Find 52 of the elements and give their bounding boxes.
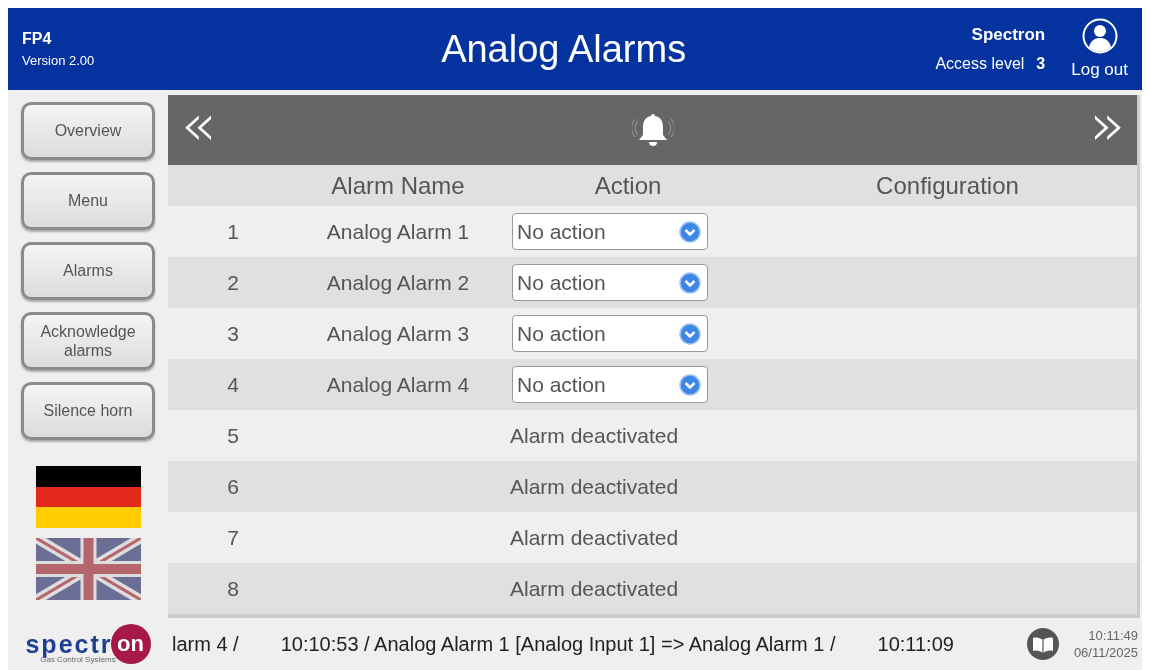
british-flag-icon[interactable] bbox=[35, 538, 141, 600]
nav-button[interactable]: Overview bbox=[21, 102, 155, 160]
alarm-name: Analog Alarm 1 bbox=[325, 219, 471, 244]
action-dropdown[interactable]: No action bbox=[512, 315, 708, 352]
screen-title: Analog Alarms bbox=[440, 27, 688, 71]
alarm-status: Alarm deactivated bbox=[509, 576, 680, 601]
logo-wordmark: spectr bbox=[25, 629, 113, 658]
chevron-down-icon bbox=[679, 322, 701, 345]
chevron-down-icon bbox=[679, 271, 701, 294]
row-number: 6 bbox=[226, 474, 240, 499]
user-name: Spectron bbox=[971, 25, 1046, 45]
row-number: 1 bbox=[226, 219, 240, 244]
nav-button[interactable]: Alarms bbox=[21, 242, 155, 300]
bell-icon bbox=[631, 111, 674, 149]
access-level-value: 3 bbox=[1036, 55, 1046, 73]
device-name: FP4 bbox=[22, 30, 53, 48]
alarm-message: 10:11:09 bbox=[877, 632, 954, 656]
row-number: 4 bbox=[226, 372, 240, 397]
alarm-name: Analog Alarm 4 bbox=[325, 372, 471, 397]
version-label: Version 2.00 bbox=[22, 53, 96, 68]
clock-date: 06/11/2025 bbox=[1073, 645, 1138, 660]
column-header: Alarm Name bbox=[330, 171, 466, 200]
next-page-button[interactable]: » bbox=[1089, 96, 1125, 164]
access-level-label: Access level bbox=[935, 55, 1025, 73]
row-number: 2 bbox=[226, 270, 240, 295]
alarm-status: Alarm deactivated bbox=[509, 474, 680, 499]
nav-button[interactable]: Silence horn bbox=[21, 382, 155, 440]
clock-time: 10:11:49 bbox=[1088, 628, 1138, 643]
alarm-name: Analog Alarm 3 bbox=[325, 321, 471, 346]
row-number: 7 bbox=[226, 525, 240, 550]
action-dropdown[interactable]: No action bbox=[512, 213, 708, 250]
nav-button[interactable]: Acknowledge alarms bbox=[21, 312, 155, 370]
alarm-name: Analog Alarm 2 bbox=[325, 270, 471, 295]
row-number: 8 bbox=[226, 576, 240, 601]
row-number: 3 bbox=[226, 321, 240, 346]
action-dropdown[interactable]: No action bbox=[512, 366, 708, 403]
alarm-status: Alarm deactivated bbox=[509, 423, 680, 448]
alarm-message: 10:10:53 / Analog Alarm 1 [Analog Input 1] => Analog Alarm 1 / bbox=[280, 632, 836, 656]
logout-link[interactable]: Log out bbox=[1071, 60, 1128, 80]
nav-button[interactable]: Menu bbox=[21, 172, 155, 230]
alarm-status: Alarm deactivated bbox=[509, 525, 680, 550]
chevron-down-icon bbox=[679, 373, 701, 396]
alarm-message: larm 4 / bbox=[172, 632, 239, 656]
column-header: Action bbox=[593, 171, 663, 200]
row-number: 5 bbox=[226, 423, 240, 448]
user-icon[interactable] bbox=[1081, 18, 1118, 54]
german-flag-icon[interactable] bbox=[35, 466, 141, 528]
chevron-down-icon bbox=[679, 220, 701, 243]
book-icon[interactable] bbox=[1025, 627, 1060, 661]
column-header: Configuration bbox=[875, 171, 1020, 200]
action-dropdown[interactable]: No action bbox=[512, 264, 708, 301]
previous-page-button[interactable]: « bbox=[180, 96, 216, 164]
